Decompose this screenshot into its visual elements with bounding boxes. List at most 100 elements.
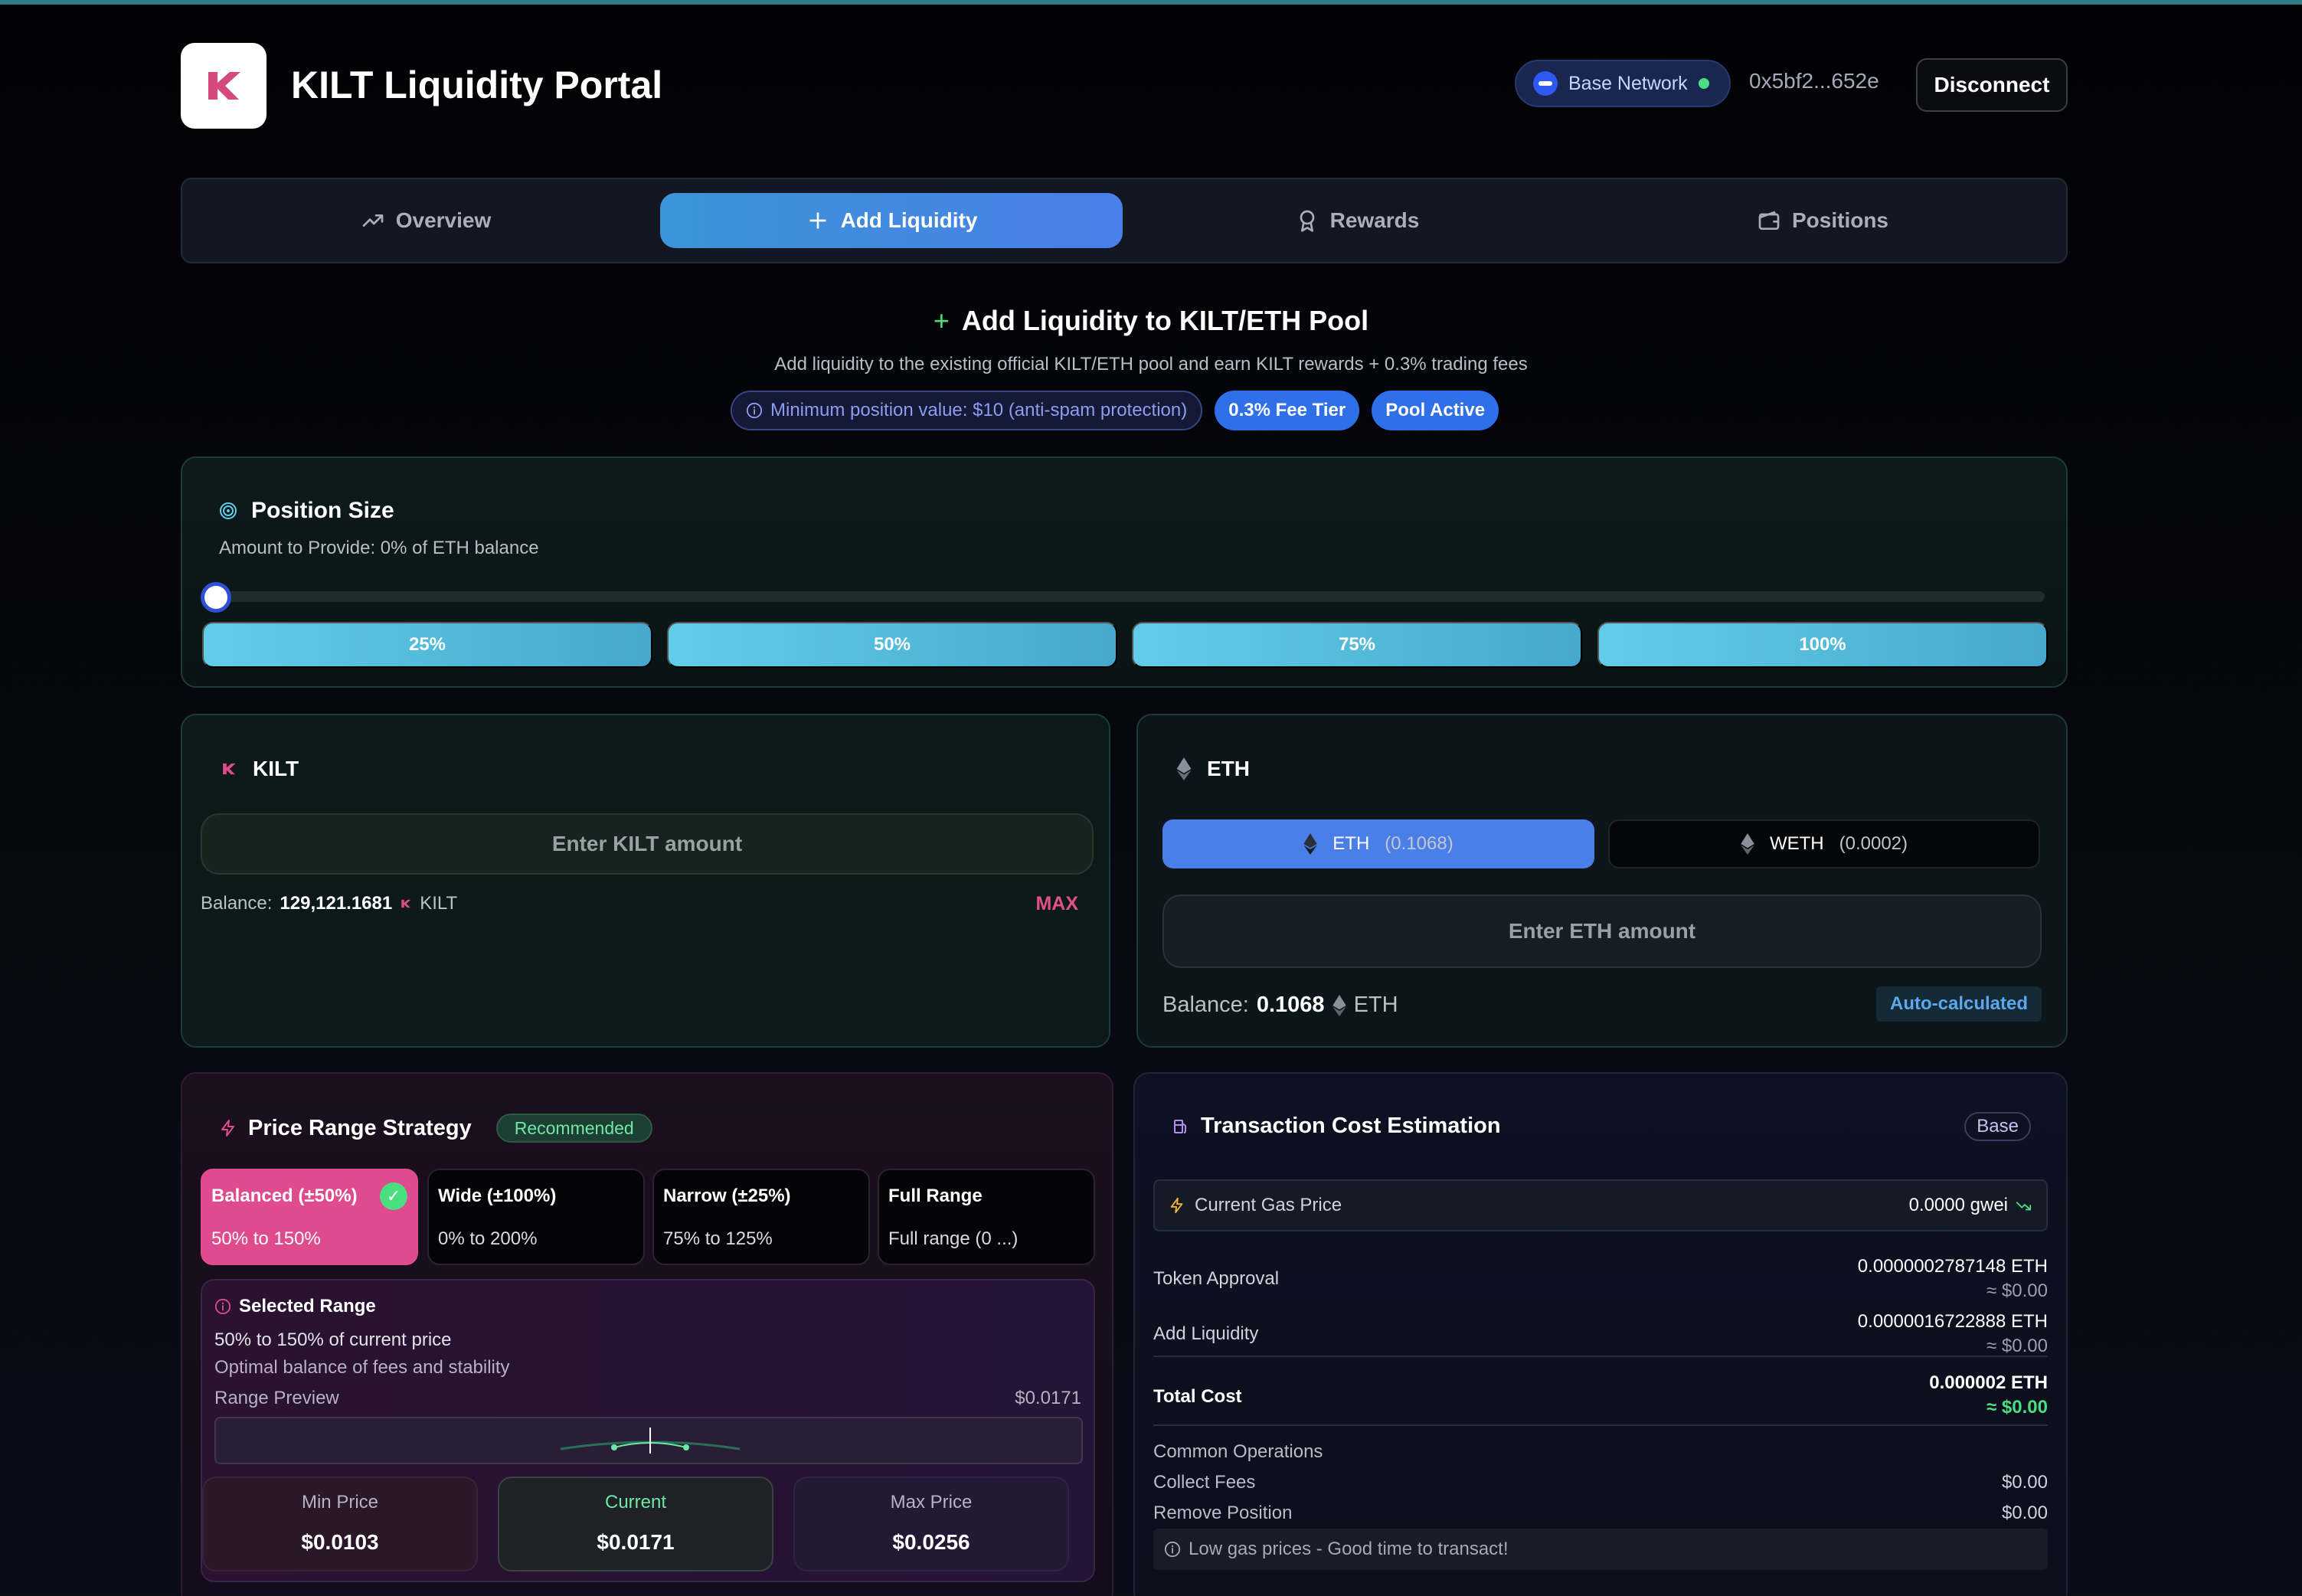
strategy-name: Narrow (±25%) [663, 1186, 791, 1206]
strategy-range: 50% to 150% [211, 1228, 321, 1249]
ethereum-icon [1303, 833, 1318, 855]
min-position-text: Minimum position value: $10 (anti-spam p… [770, 400, 1188, 420]
preset-50-button[interactable]: 50% [667, 622, 1117, 668]
tab-overview[interactable]: Overview [195, 193, 657, 248]
tab-rewards[interactable]: Rewards [1126, 193, 1588, 248]
auto-calculated-badge: Auto-calculated [1876, 986, 2042, 1022]
weth-toggle[interactable]: WETH (0.0002) [1608, 819, 2040, 868]
current-price-value: $0.0171 [597, 1530, 675, 1554]
position-size-panel: Position Size Amount to Provide: 0% of E… [181, 456, 2068, 688]
price-range-title: Price Range Strategy Recommended [219, 1114, 652, 1143]
selected-range-label: Selected Range [239, 1296, 376, 1316]
kilt-small-icon [401, 899, 411, 908]
add-liquidity-eth: 0.0000016722888 ETH [1857, 1311, 2048, 1332]
preset-100-button[interactable]: 100% [1597, 622, 2048, 668]
tab-label: Add Liquidity [840, 208, 978, 232]
selected-range-title: Selected Range [214, 1296, 376, 1317]
disconnect-button[interactable]: Disconnect [1916, 58, 2068, 112]
eth-toggle[interactable]: ETH (0.1068) [1162, 819, 1594, 868]
kilt-token-icon [223, 763, 236, 775]
amount-to-provide: Amount to Provide: 0% of ETH balance [219, 538, 539, 558]
min-price-label: Min Price [301, 1492, 379, 1513]
total-cost-eth: 0.000002 ETH [1929, 1372, 2048, 1393]
kilt-amount-input[interactable] [201, 813, 1094, 875]
tab-add-liquidity[interactable]: Add Liquidity [660, 193, 1123, 248]
eth-toggle-label: ETH [1332, 833, 1370, 854]
page-title: + Add Liquidity to KILT/ETH Pool [0, 302, 2302, 340]
strategy-range: 75% to 125% [663, 1228, 773, 1249]
base-network-icon [1533, 71, 1558, 96]
tab-positions[interactable]: Positions [1591, 193, 2054, 248]
strategy-full-range[interactable]: Full Range Full range (0 ...) [878, 1169, 1095, 1265]
range-preview-label: Range Preview [214, 1388, 339, 1408]
plus-icon [809, 212, 826, 229]
fuel-icon [1174, 1119, 1186, 1133]
collect-fees-label: Collect Fees [1153, 1472, 1256, 1493]
tab-label: Overview [395, 208, 492, 232]
position-slider-thumb[interactable] [201, 582, 231, 613]
min-position-notice: Minimum position value: $10 (anti-spam p… [731, 391, 1203, 430]
network-badge[interactable]: Base Network [1515, 60, 1731, 107]
trending-up-icon [362, 214, 384, 227]
gas-price-value-wrap: 0.0000 gwei [1909, 1195, 2032, 1216]
max-button[interactable]: MAX [1035, 893, 1078, 915]
eth-amount-input[interactable] [1162, 894, 2042, 968]
kilt-balance-unit: KILT [420, 893, 458, 914]
gas-tip-text: Low gas prices - Good time to transact! [1189, 1539, 1509, 1559]
kilt-logo-icon [208, 72, 240, 100]
max-price-card: Max Price $0.0256 [793, 1477, 1069, 1571]
preset-75-button[interactable]: 75% [1132, 622, 1582, 668]
price-range-label: Price Range Strategy [248, 1115, 472, 1140]
top-accent-line [0, 0, 2302, 5]
total-cost-usd: ≈ $0.00 [1986, 1397, 2048, 1418]
token-approval-label: Token Approval [1153, 1268, 1280, 1289]
ethereum-icon [1332, 994, 1346, 1016]
page-title-text: Add Liquidity to KILT/ETH Pool [961, 305, 1369, 336]
min-price-value: $0.0103 [301, 1530, 379, 1554]
max-price-label: Max Price [890, 1492, 973, 1513]
position-slider-track[interactable] [216, 591, 2045, 602]
selected-range-desc: 50% to 150% of current price [214, 1329, 452, 1350]
zap-icon [221, 1120, 234, 1136]
max-price-value: $0.0256 [892, 1530, 970, 1554]
divider [1153, 1424, 2048, 1426]
min-price-card: Min Price $0.0103 [202, 1477, 478, 1571]
info-icon [214, 1298, 231, 1315]
kilt-balance: Balance: 129,121.1681 KILT [201, 893, 457, 914]
trending-down-icon [2016, 1202, 2032, 1211]
info-icon [1164, 1541, 1181, 1558]
token-approval-eth: 0.0000002787148 ETH [1857, 1256, 2048, 1277]
divider [1153, 1356, 2048, 1357]
kilt-token-header: KILT [221, 757, 299, 781]
collect-fees-value: $0.00 [2001, 1472, 2048, 1493]
strategy-narrow[interactable]: Narrow (±25%) 75% to 125% [652, 1169, 870, 1265]
ethereum-icon [1176, 757, 1192, 780]
transaction-cost-title: Transaction Cost Estimation [1172, 1114, 1501, 1139]
zap-icon [1170, 1197, 1183, 1214]
selected-range-note: Optimal balance of fees and stability [214, 1357, 510, 1378]
network-name: Base Network [1568, 72, 1688, 94]
strategy-balanced[interactable]: Balanced (±50%) 50% to 150% ✓ [201, 1169, 418, 1265]
position-size-label: Position Size [251, 498, 394, 523]
tab-label: Positions [1791, 208, 1888, 232]
eth-toggle-amount: (0.1068) [1385, 833, 1453, 854]
wallet-icon [1758, 211, 1780, 230]
range-preview-curve [560, 1428, 741, 1454]
transaction-cost-panel: Transaction Cost Estimation Base Current… [1133, 1072, 2068, 1596]
remove-position-label: Remove Position [1153, 1503, 1293, 1523]
wallet-address: 0x5bf2...652e [1749, 69, 1879, 93]
total-cost-value: 0.000002 ETH ≈ $0.00 [1929, 1371, 2048, 1420]
token-approval-row: Token Approval 0.0000002787148 ETH ≈ $0.… [1153, 1254, 2048, 1308]
current-price-label: Current [604, 1492, 667, 1513]
preset-25-button[interactable]: 25% [202, 622, 652, 668]
tab-label: Rewards [1329, 208, 1420, 232]
eth-balance-label: Balance: [1162, 993, 1249, 1017]
weth-toggle-amount: (0.0002) [1839, 833, 1908, 854]
position-size-title: Position Size [219, 498, 394, 524]
info-icon [746, 402, 763, 419]
eth-balance-unit: ETH [1353, 993, 1398, 1017]
token-approval-cost: 0.0000002787148 ETH ≈ $0.00 [1858, 1254, 2048, 1303]
strategy-wide[interactable]: Wide (±100%) 0% to 200% [427, 1169, 645, 1265]
strategy-name: Full Range [888, 1186, 983, 1206]
app-title: KILT Liquidity Portal [291, 64, 663, 106]
